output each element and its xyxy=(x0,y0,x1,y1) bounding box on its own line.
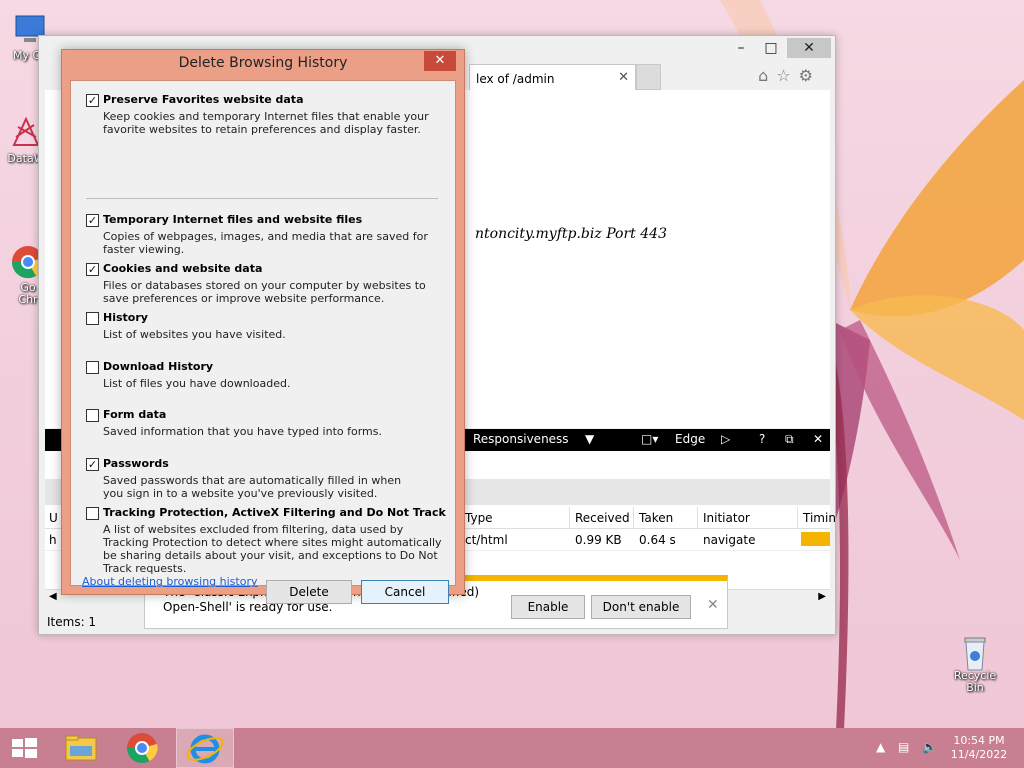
help-icon[interactable]: ? xyxy=(759,432,765,446)
option-label: Form data xyxy=(103,408,167,421)
row-url: h xyxy=(49,533,57,547)
col-initiator-header[interactable]: Initiator xyxy=(703,511,750,525)
option-label: Tracking Protection, ActiveX Filtering a… xyxy=(103,506,446,519)
chrome-icon xyxy=(127,733,158,764)
checkbox[interactable]: ✓ xyxy=(86,214,99,227)
option-label: History xyxy=(103,311,148,324)
delete-button[interactable]: Delete xyxy=(266,580,352,604)
taskbar-clock[interactable]: 10:54 PM 11/4/2022 xyxy=(944,734,1014,762)
row-received: 0.99 KB xyxy=(575,533,622,547)
dropdown-arrow-icon[interactable]: ▼ xyxy=(585,432,594,446)
checkbox[interactable] xyxy=(86,507,99,520)
option-description: List of files you have downloaded. xyxy=(103,377,291,390)
col-url-header[interactable]: U xyxy=(49,511,58,525)
taskbar-file-explorer[interactable] xyxy=(58,728,104,768)
col-timings-header[interactable]: Timin xyxy=(803,511,836,525)
checkbox[interactable] xyxy=(86,409,99,422)
checkbox[interactable] xyxy=(86,312,99,325)
show-hidden-icons-icon[interactable]: ▲ xyxy=(876,740,885,754)
desktop-icon-label: Go Chr xyxy=(18,281,38,306)
windows-logo-icon xyxy=(12,738,37,758)
favorites-star-icon[interactable]: ☆ xyxy=(776,66,798,85)
desktop-icon-recycle-bin[interactable]: Recycle Bin xyxy=(944,632,1006,694)
timing-bar xyxy=(801,532,830,546)
close-button[interactable]: ✕ xyxy=(787,38,831,58)
undock-icon[interactable]: ⧉ xyxy=(785,432,794,447)
option-label: Temporary Internet files and website fil… xyxy=(103,213,363,226)
browser-tab[interactable]: lex of /admin ✕ xyxy=(469,64,636,90)
checkbox[interactable]: ✓ xyxy=(86,458,99,471)
taskbar: ▲ ▤ 🔈 10:54 PM 11/4/2022 xyxy=(0,728,1024,768)
taskbar-chrome[interactable] xyxy=(118,728,166,768)
divider xyxy=(86,198,438,199)
option-description: Saved information that you have typed in… xyxy=(103,425,382,438)
maximize-button[interactable]: □ xyxy=(757,38,785,58)
start-button[interactable] xyxy=(0,728,48,768)
option-label: Cookies and website data xyxy=(103,262,263,275)
minimize-button[interactable]: – xyxy=(727,38,755,58)
option-description: Copies of webpages, images, and media th… xyxy=(103,230,428,256)
network-icon[interactable]: ▤ xyxy=(898,740,909,754)
ie-toolbar-icons: ⌂☆⚙ xyxy=(758,66,821,85)
notification-close-icon[interactable]: ✕ xyxy=(707,597,719,613)
option-description: A list of websites excluded from filteri… xyxy=(103,523,442,575)
gear-icon[interactable]: ⚙ xyxy=(799,66,821,85)
responsiveness-tab[interactable]: Responsiveness xyxy=(473,432,569,446)
option-description: List of websites you have visited. xyxy=(103,328,286,341)
option-label: Passwords xyxy=(103,457,169,470)
row-taken: 0.64 s xyxy=(639,533,676,547)
col-taken-header[interactable]: Taken xyxy=(639,511,673,525)
dialog-close-button[interactable]: ✕ xyxy=(424,51,456,71)
page-footer-text: ntoncity.myftp.biz Port 443 xyxy=(475,226,667,242)
recycle-bin-icon xyxy=(957,632,993,671)
home-icon[interactable]: ⌂ xyxy=(758,66,776,85)
checkbox[interactable]: ✓ xyxy=(86,263,99,276)
desktop-icon-label: Recycle Bin xyxy=(953,669,997,694)
dialog-title: Delete Browsing History xyxy=(178,55,348,71)
internet-explorer-icon xyxy=(186,734,224,764)
clock-time: 10:54 PM xyxy=(953,734,1005,747)
option-description: Saved passwords that are automatically f… xyxy=(103,474,402,500)
clock-date: 11/4/2022 xyxy=(950,748,1008,761)
option-description: Files or databases stored on your comput… xyxy=(103,279,426,305)
new-tab-button[interactable] xyxy=(636,64,661,90)
scroll-left-icon[interactable]: ◀ xyxy=(49,591,57,602)
console-icon[interactable]: ▷ xyxy=(721,432,730,446)
col-received-header[interactable]: Received xyxy=(575,511,630,525)
tab-title: lex of /admin xyxy=(476,72,555,86)
items-count: Items: 1 xyxy=(47,615,97,629)
checkbox[interactable] xyxy=(86,361,99,374)
cancel-button[interactable]: Cancel xyxy=(361,580,449,604)
row-type: ct/html xyxy=(465,533,508,547)
tab-close-icon[interactable]: ✕ xyxy=(618,70,629,85)
taskbar-internet-explorer[interactable] xyxy=(176,728,234,768)
row-initiator: navigate xyxy=(703,533,756,547)
devtools-close-icon[interactable]: ✕ xyxy=(813,432,823,446)
scroll-right-icon[interactable]: ▶ xyxy=(818,591,826,602)
delete-browsing-history-dialog: Delete Browsing History ✕ ✓ Preserve Fav… xyxy=(61,49,465,604)
document-mode-edge[interactable]: Edge xyxy=(675,432,705,446)
dialog-body: ✓ Preserve Favorites website data Keep c… xyxy=(70,80,456,604)
option-description: Keep cookies and temporary Internet file… xyxy=(103,110,429,136)
checkbox[interactable]: ✓ xyxy=(86,94,99,107)
option-label: Preserve Favorites website data xyxy=(103,93,304,106)
folder-icon xyxy=(65,735,97,761)
emulation-icon[interactable]: □▾ xyxy=(641,432,658,446)
dont-enable-button[interactable]: Don't enable xyxy=(591,595,691,619)
option-label: Download History xyxy=(103,360,214,373)
col-type-header[interactable]: Type xyxy=(465,511,493,525)
enable-button[interactable]: Enable xyxy=(511,595,585,619)
about-deleting-history-link[interactable]: About deleting browsing history xyxy=(82,575,257,588)
volume-icon[interactable]: 🔈 xyxy=(922,740,937,754)
